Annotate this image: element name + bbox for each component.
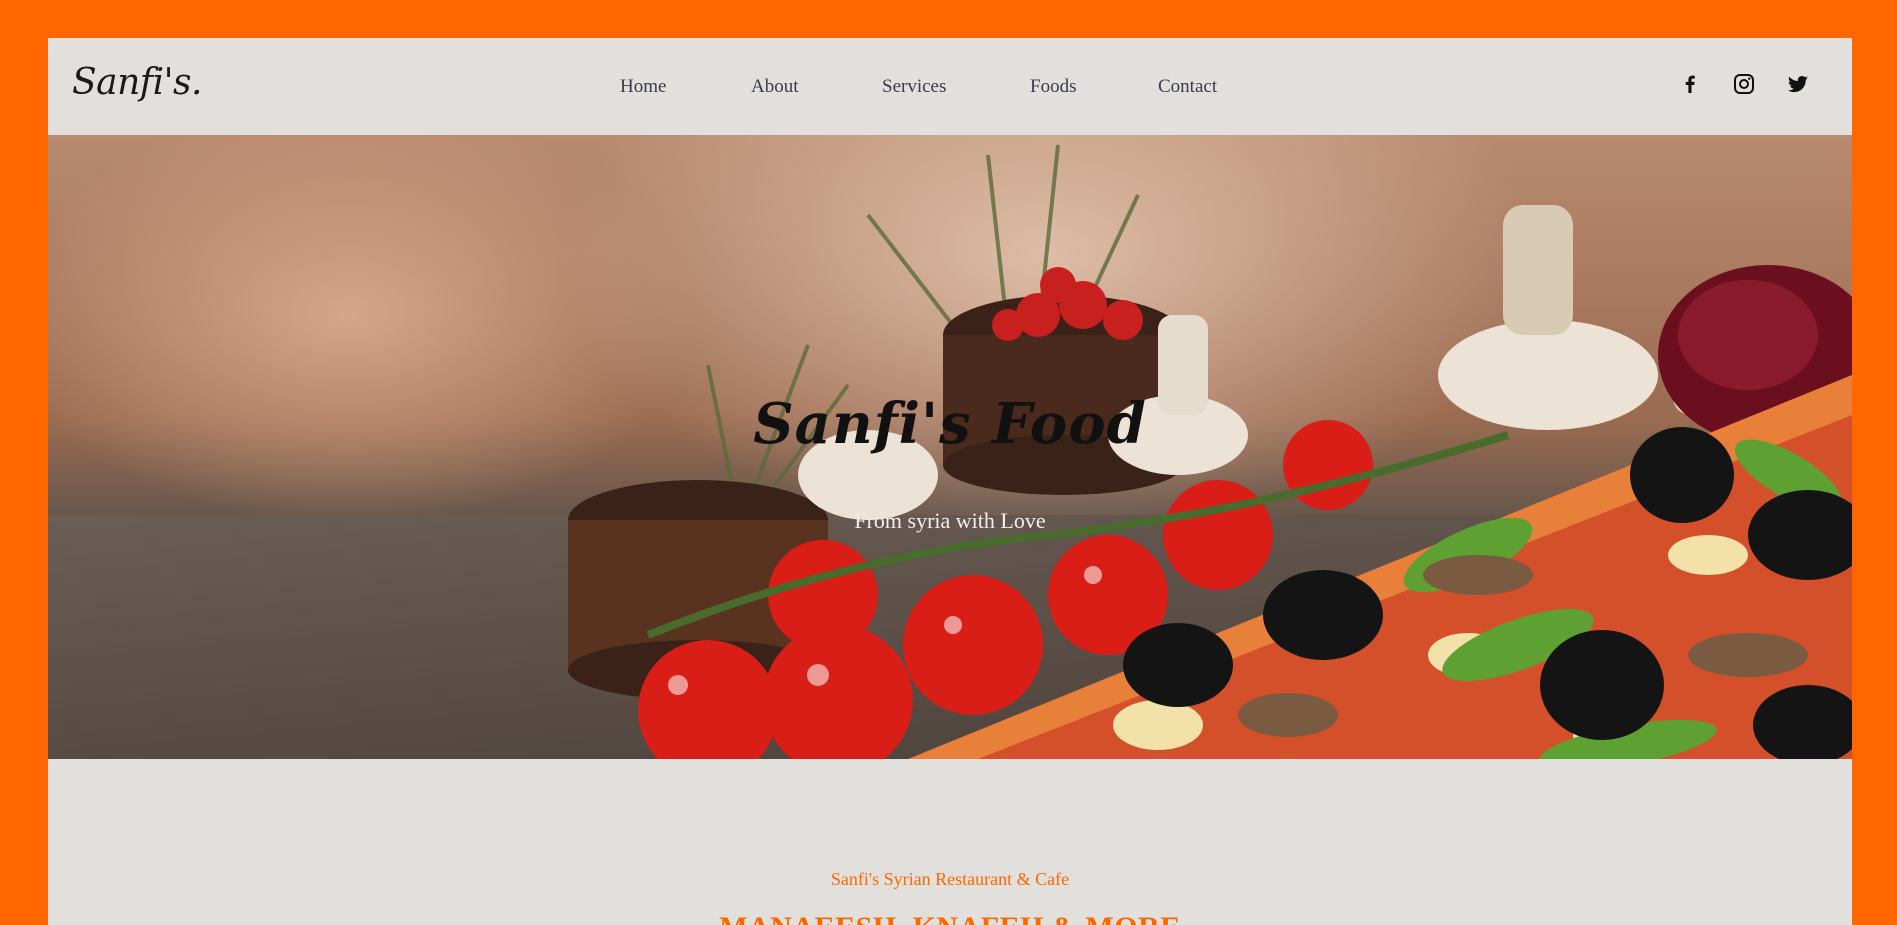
social-links [1666,72,1816,98]
main-nav: Home About Services Foods Contact [48,76,1852,102]
facebook-icon[interactable] [1678,72,1702,96]
nav-item-contact[interactable]: Contact [1158,76,1217,98]
nav-item-home[interactable]: Home [620,76,666,98]
page-frame: Sanfi's. Home About Services Foods Conta… [48,38,1852,925]
instagram-icon[interactable] [1732,72,1756,96]
hero-banner: Sanfi's Food From syria with Love [48,135,1852,759]
intro-eyebrow: Sanfi's Syrian Restaurant & Cafe [830,869,1070,889]
hero-title: Sanfi's Food [753,391,1147,457]
nav-item-foods[interactable]: Foods [1030,76,1076,98]
twitter-icon[interactable] [1786,72,1810,96]
hero-subtitle: From syria with Love [854,508,1046,533]
nav-item-about[interactable]: About [751,76,799,98]
nav-item-services[interactable]: Services [882,76,946,98]
intro-headline: MANAEESH, KNAFEH & MORE [48,911,1852,925]
site-header: Sanfi's. Home About Services Foods Conta… [48,38,1852,135]
intro-section: Sanfi's Syrian Restaurant & Cafe MANAEES… [48,759,1852,925]
